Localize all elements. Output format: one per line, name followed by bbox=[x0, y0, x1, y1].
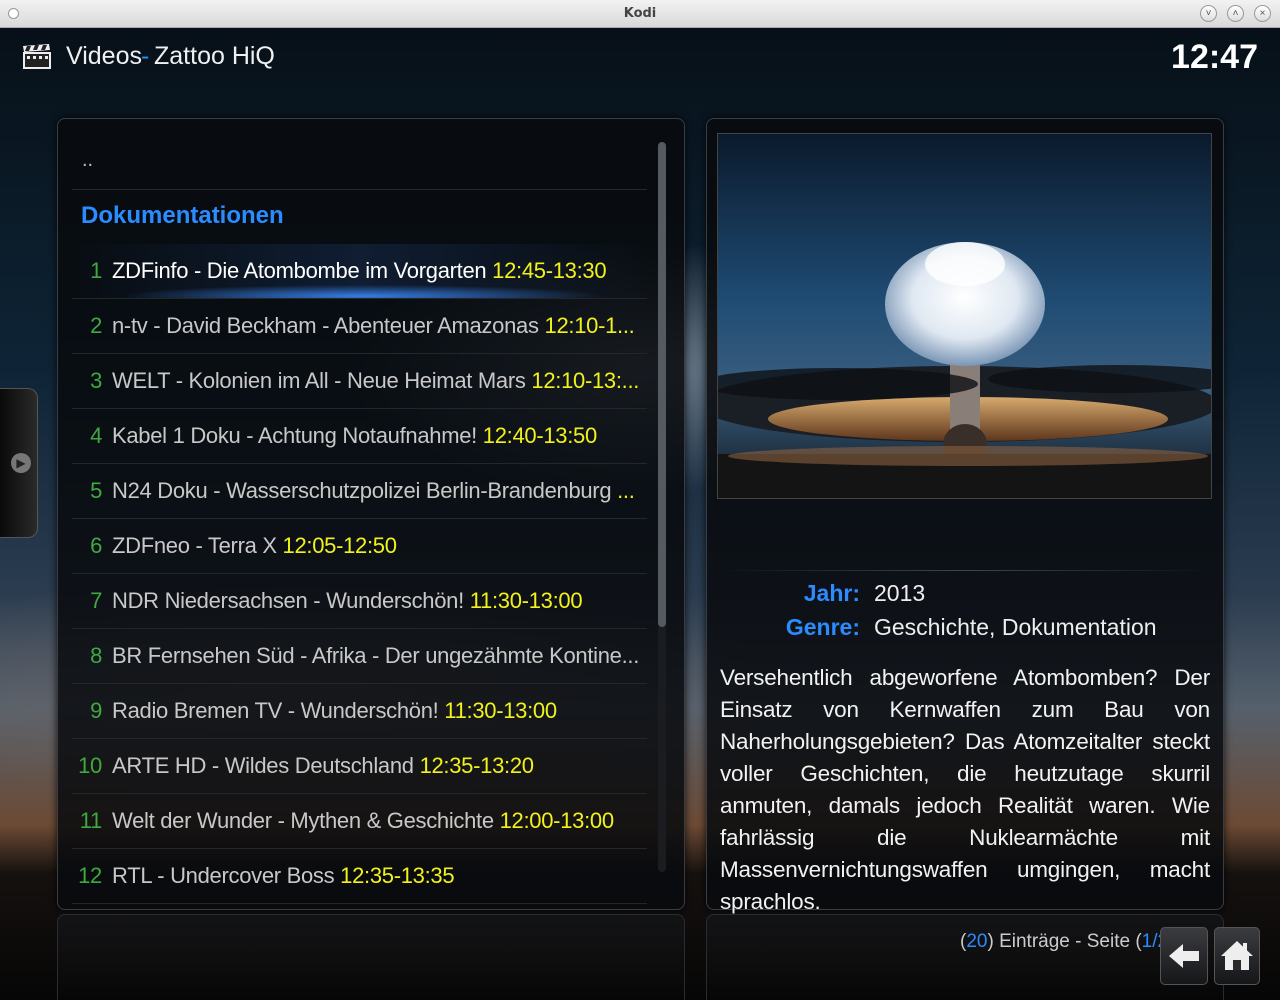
mushroom-cloud-image bbox=[718, 134, 1211, 498]
item-title: n-tv - David Beckham - Abenteuer Amazona… bbox=[112, 313, 539, 338]
item-text: BR Fernsehen Süd - Afrika - Der ungezähm… bbox=[112, 643, 639, 669]
item-title: Kabel 1 Doku - Achtung Notaufnahme! bbox=[112, 423, 477, 448]
genre-label: Genre: bbox=[785, 614, 860, 640]
item-title: ZDFneo - Terra X bbox=[112, 533, 277, 558]
back-button[interactable] bbox=[1160, 927, 1208, 985]
item-time: 12:35-13:35 bbox=[340, 863, 455, 888]
back-arrow-icon bbox=[1169, 944, 1199, 968]
list-item[interactable]: 6 ZDFneo - Terra X 12:05-12:50 bbox=[72, 519, 647, 574]
item-time: 12:40-13:50 bbox=[482, 423, 597, 448]
side-menu-tab[interactable]: ▶ bbox=[0, 388, 38, 538]
list-item[interactable]: 4 Kabel 1 Doku - Achtung Notaufnahme! 12:… bbox=[72, 409, 647, 464]
item-time: 12:05-12:50 bbox=[282, 533, 397, 558]
item-title: ZDFinfo - Die Atombombe im Vorgarten bbox=[112, 258, 487, 283]
close-icon[interactable]: × bbox=[1254, 5, 1271, 22]
list-item[interactable]: 5 N24 Doku - Wasserschutzpolizei Berlin-B… bbox=[72, 464, 647, 519]
scrollbar-thumb[interactable] bbox=[658, 142, 666, 627]
item-number: 7 bbox=[90, 588, 102, 613]
item-text: WELT - Kolonien im All - Neue Heimat Mar… bbox=[112, 368, 639, 394]
maximize-icon[interactable]: ˄ bbox=[1227, 5, 1244, 22]
item-text: Kabel 1 Doku - Achtung Notaufnahme! 12:4… bbox=[112, 423, 597, 449]
section-title: Videos bbox=[66, 42, 142, 70]
item-title: WELT - Kolonien im All - Neue Heimat Mar… bbox=[112, 368, 526, 393]
list-item[interactable]: 3 WELT - Kolonien im All - Neue Heimat Ma… bbox=[72, 354, 647, 409]
window-titlebar: Kodi ˅ ˄ × bbox=[0, 0, 1280, 28]
parent-folder-item[interactable]: .. bbox=[72, 135, 647, 190]
item-title: BR Fernsehen Süd - Afrika - Der ungezähm… bbox=[112, 643, 640, 668]
item-number: 11 bbox=[79, 808, 103, 833]
item-number: 10 bbox=[78, 753, 102, 778]
home-button[interactable] bbox=[1214, 927, 1260, 985]
group-label: Dokumentationen bbox=[81, 202, 284, 229]
item-title: ARTE HD - Wildes Deutschland bbox=[112, 753, 414, 778]
list-item[interactable]: 7 NDR Niedersachsen - Wunderschön! 11:30-… bbox=[72, 574, 647, 629]
list-item[interactable]: 2 n-tv - David Beckham - Abenteuer Amazon… bbox=[72, 299, 647, 354]
header-separator: - bbox=[141, 42, 150, 70]
item-text: NDR Niedersachsen - Wunderschön! 11:30-1… bbox=[112, 588, 583, 614]
item-title: Radio Bremen TV - Wunderschön! bbox=[112, 698, 439, 723]
item-number: 8 bbox=[90, 643, 102, 668]
item-time: 11:30-13:00 bbox=[469, 588, 583, 613]
item-text: Radio Bremen TV - Wunderschön! 11:30-13:… bbox=[112, 698, 557, 724]
item-number: 4 bbox=[90, 423, 102, 448]
list-item[interactable]: 8 BR Fernsehen Süd - Afrika - Der ungezäh… bbox=[72, 629, 647, 684]
minimize-icon[interactable]: ˅ bbox=[1200, 5, 1217, 22]
item-number: 6 bbox=[90, 533, 102, 558]
poster-image bbox=[717, 133, 1212, 499]
item-text: ZDFinfo - Die Atombombe im Vorgarten 12:… bbox=[112, 258, 607, 284]
list-item[interactable]: 12 RTL - Undercover Boss 12:35-13:35 bbox=[72, 849, 647, 904]
item-time: 12:00-13:00 bbox=[499, 808, 614, 833]
info-divider bbox=[716, 570, 1214, 571]
item-time: 12:45-13:30 bbox=[492, 258, 607, 283]
item-time: 12:10-13:... bbox=[531, 368, 640, 393]
list-scrollbar[interactable] bbox=[658, 142, 666, 872]
group-header: Dokumentationen bbox=[72, 190, 647, 244]
item-time: ... bbox=[617, 478, 635, 503]
item-number: 1 bbox=[90, 258, 102, 283]
clapperboard-icon bbox=[23, 44, 51, 69]
item-title: N24 Doku - Wasserschutzpolizei Berlin-Br… bbox=[112, 478, 612, 503]
item-title: NDR Niedersachsen - Wunderschön! bbox=[112, 588, 464, 613]
item-title: RTL - Undercover Boss bbox=[112, 863, 335, 888]
item-text: n-tv - David Beckham - Abenteuer Amazona… bbox=[112, 313, 635, 339]
list-item[interactable]: 11 Welt der Wunder - Mythen & Geschichte … bbox=[72, 794, 647, 849]
item-title: Welt der Wunder - Mythen & Geschichte bbox=[112, 808, 494, 833]
item-text: Welt der Wunder - Mythen & Geschichte 12… bbox=[112, 808, 614, 834]
item-count: (20) Einträge - Seite (1/2) bbox=[960, 931, 1174, 952]
home-icon bbox=[1221, 941, 1253, 970]
year-value: 2013 bbox=[874, 580, 926, 606]
item-count-value: 20 bbox=[966, 931, 988, 952]
genre-value: Geschichte, Dokumentation bbox=[874, 614, 1157, 640]
info-panel-reflection bbox=[706, 914, 1224, 1000]
item-number: 2 bbox=[90, 313, 102, 338]
item-text: ZDFneo - Terra X 12:05-12:50 bbox=[112, 533, 397, 559]
item-time: 12:35-13:20 bbox=[419, 753, 534, 778]
window-title: Kodi bbox=[623, 6, 657, 21]
clock: 12:47 bbox=[1171, 38, 1258, 76]
item-number: 5 bbox=[90, 478, 102, 503]
item-number: 12 bbox=[78, 863, 102, 888]
item-text: N24 Doku - Wasserschutzpolizei Berlin-Br… bbox=[112, 478, 635, 504]
list-item[interactable]: 9 Radio Bremen TV - Wunderschön! 11:30-13… bbox=[72, 684, 647, 739]
item-number: 9 bbox=[90, 698, 102, 723]
year-label: Jahr: bbox=[803, 580, 860, 606]
item-time: 12:10-1... bbox=[544, 313, 635, 338]
item-text: RTL - Undercover Boss 12:35-13:35 bbox=[112, 863, 455, 889]
list-item[interactable]: 1 ZDFinfo - Die Atombombe im Vorgarten 12… bbox=[72, 244, 647, 299]
list-item[interactable]: 10 ARTE HD - Wildes Deutschland 12:35-13:… bbox=[72, 739, 647, 794]
item-text: ARTE HD - Wildes Deutschland 12:35-13:20 bbox=[112, 753, 534, 779]
list-panel-reflection bbox=[57, 914, 685, 1000]
chevron-right-icon: ▶ bbox=[11, 453, 31, 473]
item-time: 11:30-13:00 bbox=[444, 698, 557, 723]
plot-text: Versehentlich abgeworfene Atombomben? De… bbox=[720, 665, 1210, 914]
item-number: 3 bbox=[90, 368, 102, 393]
channel-list: .. Dokumentationen 1 ZDFinfo - Die Atombo… bbox=[72, 135, 647, 904]
source-title: Zattoo HiQ bbox=[154, 42, 275, 70]
